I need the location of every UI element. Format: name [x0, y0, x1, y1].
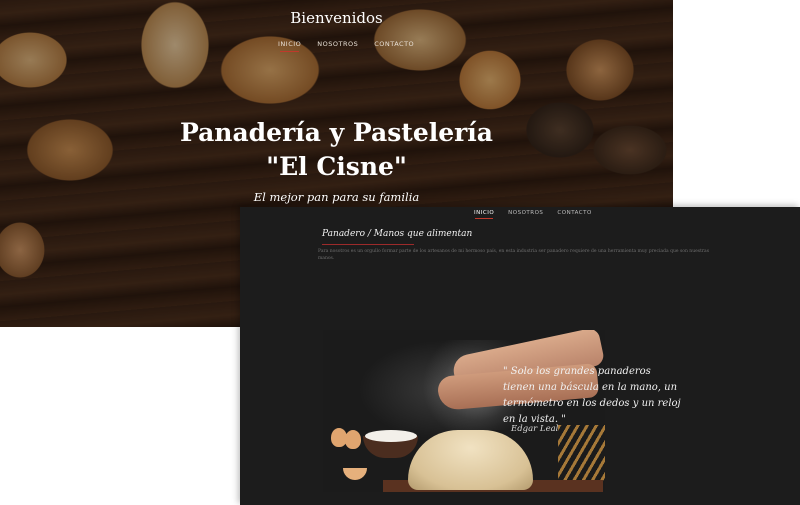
hero-nav: INICIO NOSOTROS CONTACTO — [278, 40, 414, 52]
hero-subtitle: El mejor pan para su familia — [253, 190, 420, 204]
about-section: INICIO NOSOTROS CONTACTO Panadero / Mano… — [240, 207, 800, 505]
hero-title: Panadería y Pastelería "El Cisne" — [0, 116, 673, 184]
flour-pile — [365, 430, 417, 442]
brand-title: Bienvenidos — [290, 9, 383, 27]
hero-title-line2: "El Cisne" — [266, 152, 407, 181]
nav-nosotros[interactable]: NOSOTROS — [317, 40, 358, 48]
wheat-shape — [558, 425, 605, 485]
section-title: Panadero / Manos que alimentan — [322, 229, 473, 245]
nav-nosotros[interactable]: NOSOTROS — [508, 210, 543, 216]
eggshell-shape — [343, 468, 367, 480]
quote-author: Edgar Leal — [511, 424, 559, 434]
section-nav: INICIO NOSOTROS CONTACTO — [474, 210, 592, 219]
nav-inicio[interactable]: INICIO — [474, 210, 494, 219]
egg-shape — [345, 430, 361, 449]
hero-title-line1: Panadería y Pastelería — [179, 118, 493, 147]
section-text: Para nosotros es un orgullo formar parte… — [318, 249, 710, 261]
nav-inicio[interactable]: INICIO — [278, 40, 301, 52]
nav-contacto[interactable]: CONTACTO — [374, 40, 414, 48]
dough-ball — [408, 430, 533, 490]
nav-contacto[interactable]: CONTACTO — [557, 210, 591, 216]
baker-quote: " Solo los grandes panaderos tienen una … — [503, 366, 681, 425]
